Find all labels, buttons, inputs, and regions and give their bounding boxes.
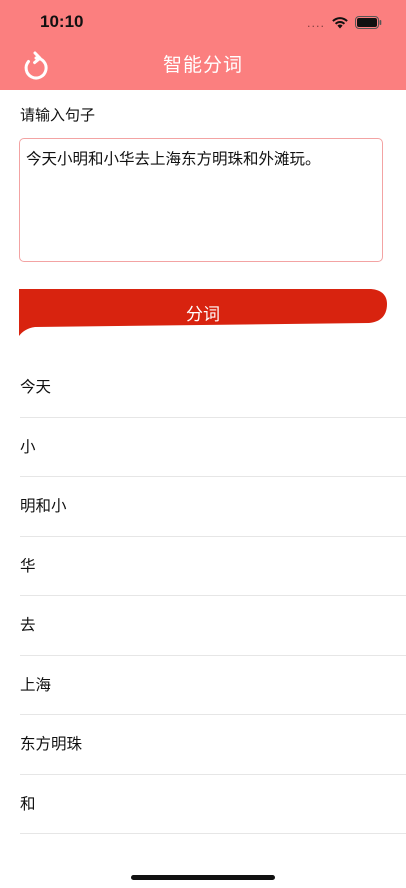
battery-icon [355, 14, 382, 33]
segment-button[interactable]: 分词 [19, 289, 387, 339]
input-label: 请输入句子 [20, 106, 96, 124]
nav-header: 10:10 .... 智能分词 [0, 0, 406, 90]
list-item[interactable]: 和 [20, 775, 406, 834]
status-time: 10:10 [40, 12, 84, 31]
segment-button-label: 分词 [186, 305, 220, 325]
list-item[interactable]: 今天 [20, 358, 406, 418]
signal-icon: .... [307, 16, 325, 30]
status-icons: .... [307, 14, 382, 33]
home-indicator[interactable] [131, 875, 275, 880]
result-list: 今天 小 明和小 华 去 上海 东方明珠 和 [0, 358, 406, 834]
list-item[interactable]: 明和小 [20, 477, 406, 537]
list-item[interactable]: 去 [20, 596, 406, 656]
wifi-icon [331, 14, 349, 33]
sentence-input[interactable]: 今天小明和小华去上海东方明珠和外滩玩。 [19, 138, 383, 262]
list-item[interactable]: 上海 [20, 656, 406, 715]
page-title: 智能分词 [162, 54, 243, 76]
list-item[interactable]: 小 [20, 418, 406, 477]
list-item[interactable]: 东方明珠 [20, 715, 406, 775]
list-item[interactable]: 华 [20, 537, 406, 596]
